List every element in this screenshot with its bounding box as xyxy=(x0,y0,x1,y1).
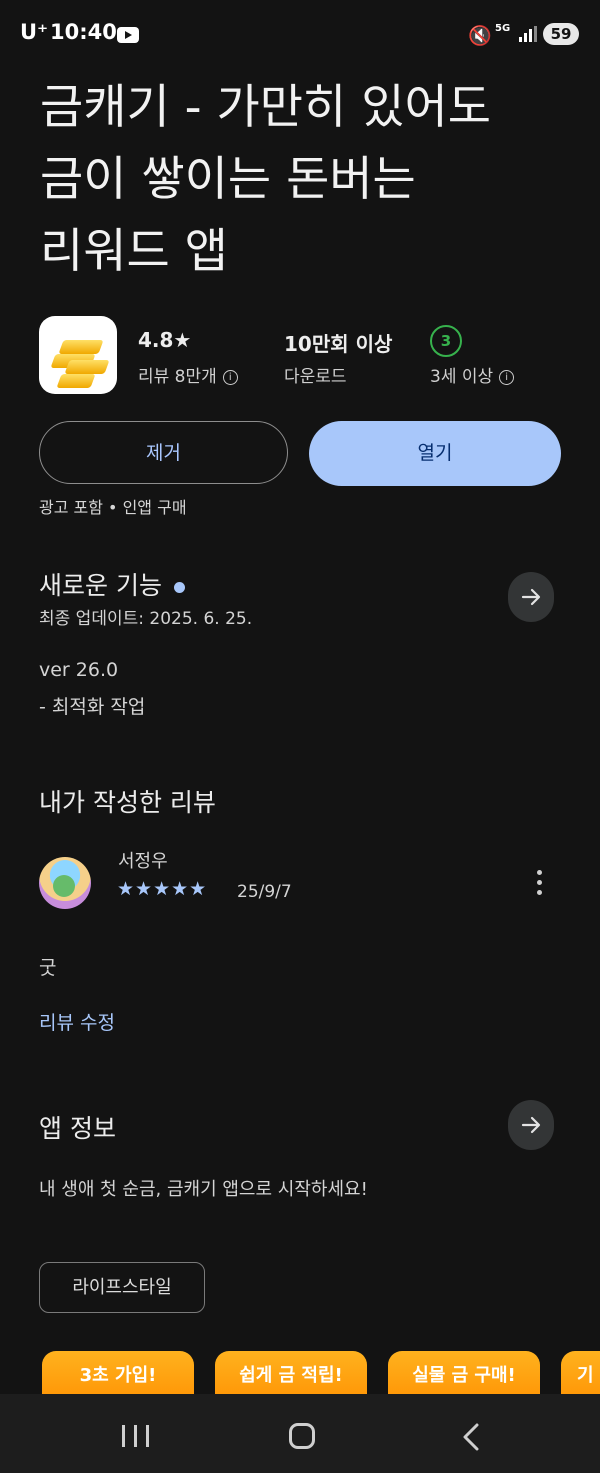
review-stars: ★★★★★ xyxy=(117,878,208,900)
whats-new-heading-label: 새로운 기능 xyxy=(39,571,162,600)
whats-new-heading: 새로운 기능 xyxy=(39,566,185,602)
more-options-icon[interactable] xyxy=(537,870,543,900)
last-updated: 최종 업데이트: 2025. 6. 25. xyxy=(39,609,253,629)
category-chip[interactable]: 라이프스타일 xyxy=(39,1262,205,1313)
carrier-label: U⁺ xyxy=(20,20,49,44)
gold-bar-icon xyxy=(64,360,110,374)
status-bar: U⁺ 10:40 🔇 5G 59 xyxy=(0,0,600,70)
content-rating-label: 3세 이상 xyxy=(430,367,494,387)
gold-bar-icon xyxy=(58,340,104,354)
reviewer-name: 서정우 xyxy=(118,851,168,872)
downloads-value: 10만회 이상 xyxy=(284,332,393,356)
avatar xyxy=(39,857,91,909)
about-app-heading: 앱 정보 xyxy=(39,1114,116,1143)
my-review-heading: 내가 작성한 리뷰 xyxy=(39,788,216,817)
edit-review-link[interactable]: 리뷰 수정 xyxy=(39,1008,115,1035)
ads-iap-notice: 광고 포함 • 인앱 구매 xyxy=(39,498,187,517)
release-note: - 최적화 작업 xyxy=(39,696,146,718)
recent-apps-icon[interactable] xyxy=(122,1425,150,1447)
downloads-label: 다운로드 xyxy=(284,367,347,387)
home-icon[interactable] xyxy=(289,1423,315,1449)
clock: 10:40 xyxy=(50,20,117,44)
app-title-line: 리워드 앱 xyxy=(40,224,228,279)
rating-value: 4.8★ xyxy=(138,328,192,352)
signal-icon xyxy=(519,26,537,42)
review-text: 굿 xyxy=(39,957,57,979)
arrow-right-icon xyxy=(521,588,541,606)
youtube-notification-icon xyxy=(117,27,139,43)
content-rating[interactable]: 3세 이상 i xyxy=(430,362,515,387)
arrow-right-icon xyxy=(521,1116,541,1134)
new-indicator-dot xyxy=(173,581,185,593)
reviews-count[interactable]: 리뷰 8만개 i xyxy=(138,362,238,387)
info-icon: i xyxy=(499,369,515,385)
app-description: 내 생애 첫 순금, 금캐기 앱으로 시작하세요! xyxy=(39,1179,368,1200)
app-title-line: 금이 쌓이는 돈버는 xyxy=(40,152,416,207)
app-title: 금캐기 - 가만히 있어도 금이 쌓이는 돈버는 리워드 앱 xyxy=(40,72,580,288)
about-app-arrow-button[interactable] xyxy=(508,1100,554,1150)
uninstall-button[interactable]: 제거 xyxy=(39,421,288,484)
reviews-count-label: 리뷰 8만개 xyxy=(138,367,217,387)
open-button[interactable]: 열기 xyxy=(309,421,561,486)
whats-new-arrow-button[interactable] xyxy=(508,572,554,622)
app-icon xyxy=(39,316,117,394)
back-icon[interactable] xyxy=(461,1423,481,1455)
info-icon: i xyxy=(222,369,238,385)
content-rating-badge: 3 xyxy=(430,325,462,357)
review-date: 25/9/7 xyxy=(237,882,292,902)
battery-indicator: 59 xyxy=(543,23,579,45)
gold-bar-icon xyxy=(56,374,96,388)
network-type-label: 5G xyxy=(495,23,511,34)
app-title-line: 금캐기 - 가만히 있어도 xyxy=(40,80,491,135)
mute-icon: 🔇 xyxy=(468,25,492,47)
version-text: ver 26.0 xyxy=(39,659,119,681)
